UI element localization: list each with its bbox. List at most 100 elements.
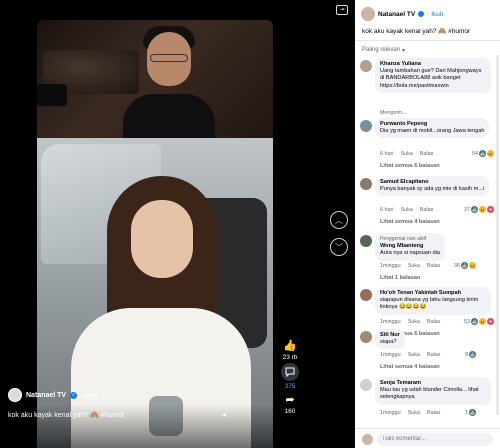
comment-text: Punya banyak sy ada yg mie di kasih m...…	[380, 186, 485, 193]
chevron-down-icon: ▾	[402, 48, 406, 54]
panel-caption: kok aku kayak kenal yah? 🙈 #humor	[362, 28, 471, 35]
sort-label[interactable]: Paling relevan	[362, 47, 400, 54]
reaction-summary[interactable]: 54 👍 😆	[472, 150, 494, 157]
avatar[interactable]	[360, 289, 372, 301]
host-person	[119, 26, 215, 144]
video-owner[interactable]: Natanael TV ✓ · Ikuti	[8, 388, 97, 402]
prev-video-button[interactable]: ︿	[330, 211, 348, 229]
reaction-summary[interactable]: 37 👍 😆 ♥	[464, 206, 494, 213]
chevron-up-icon: ︿	[335, 215, 343, 225]
comment-composer	[355, 428, 500, 448]
comment-author[interactable]: Wong Mbanteng	[380, 243, 440, 250]
thumbs-up-icon[interactable]: 👍	[283, 338, 297, 352]
owner-name[interactable]: Natanael TV	[378, 11, 415, 18]
avatar[interactable]	[360, 331, 372, 343]
comment-meta: Mengirim...	[380, 110, 407, 116]
owner-name[interactable]: Natanael TV	[26, 392, 66, 399]
comment-bubble: Siti Nur siapa?	[375, 329, 405, 350]
reply-link[interactable]: Balas	[427, 410, 441, 416]
avatar[interactable]	[360, 60, 372, 72]
comment-time: 1minggu	[380, 410, 401, 416]
reaction-summary[interactable]: 53 👍 😆 ♥	[464, 318, 494, 325]
avatar[interactable]	[8, 388, 22, 402]
like-link[interactable]: Suka	[401, 151, 413, 157]
comment-text: Dia yg maen di mobil...orang Jawa tengah	[380, 128, 485, 135]
comment-time: 1minggu	[380, 263, 401, 269]
avatar[interactable]	[360, 178, 372, 190]
reply-link[interactable]: Balas	[427, 263, 441, 269]
panel-header: Natanael TV · Ikuti	[361, 7, 443, 21]
like-reaction-icon: 👍	[461, 262, 468, 269]
video-stage: Natanael TV ✓ · Ikuti kok aku kayak kena…	[0, 0, 355, 448]
reaction-summary[interactable]: 36 👍 😆	[454, 262, 476, 269]
scrollbar[interactable]	[496, 55, 499, 415]
haha-reaction-icon: 😆	[479, 318, 486, 325]
comment-item: Samud Elcapitano Punya banyak sy ada yg …	[360, 176, 494, 232]
like-reaction-icon: 👍	[471, 318, 478, 325]
video-top-frame	[37, 20, 273, 144]
reaction-count: 53	[464, 318, 470, 325]
comment-author[interactable]: Samud Elcapitano	[380, 179, 484, 186]
avatar[interactable]	[360, 235, 372, 247]
comment-meta: 1minggu Suka Balas	[380, 352, 440, 358]
comment-author[interactable]: Ho'oh Tenan Yakinlah Sumpah	[380, 290, 486, 297]
follow-label[interactable]: Ikuti	[85, 392, 97, 399]
comment-item: Senja Temaram Mau tau yg udah blunder Ci…	[360, 377, 494, 425]
view-replies-link[interactable]: Lihat semua 6 balasan	[380, 163, 440, 169]
comment-count: 375	[284, 383, 296, 390]
comment-item: Penggemar nan aktif Wong Mbanteng Aura n…	[360, 233, 494, 283]
comment-icon[interactable]	[281, 363, 299, 381]
comment-author[interactable]: Siti Nur	[380, 332, 400, 339]
video-caption: kok aku kayak kenal yah? 🙈 #humor	[8, 412, 125, 419]
comment-author[interactable]: Senja Temaram	[380, 380, 486, 387]
haha-reaction-icon: 😆	[469, 262, 476, 269]
comment-author[interactable]: Khanza Yuliana	[380, 61, 486, 68]
comment-meta: 6 hari Suka Balas	[380, 207, 433, 213]
reaction-summary[interactable]: 9 👍	[465, 351, 476, 358]
comment-text: siapapun disana yg tahu langsung kirim l…	[380, 297, 479, 311]
comment-meta: 1minggu Suka Balas	[380, 410, 440, 416]
comment-text: Uang tambahan gue? Dari Mahjongways di B…	[380, 68, 482, 89]
microphone	[37, 84, 67, 106]
share-icon[interactable]: ➦	[283, 392, 297, 406]
avatar[interactable]	[360, 120, 372, 132]
like-count: 23 rb	[282, 354, 298, 361]
verified-icon	[418, 11, 425, 17]
reaction-count: 54	[472, 150, 478, 157]
avatar[interactable]	[361, 7, 375, 21]
comment-time: 6 hari	[380, 207, 394, 213]
reply-link[interactable]: Balas	[420, 151, 434, 157]
follow-label[interactable]: Ikuti	[431, 11, 443, 18]
reply-link[interactable]: Balas	[427, 352, 441, 358]
view-replies-link[interactable]: Lihat semua 4 balasan	[380, 219, 440, 225]
follow-link[interactable]: · Ikuti	[81, 392, 97, 399]
reply-link[interactable]: Balas	[420, 207, 434, 213]
share-count: 160	[284, 408, 296, 415]
like-link[interactable]: Suka	[408, 319, 420, 325]
haha-reaction-icon: 😆	[487, 150, 494, 157]
comment-time: 1minggu	[380, 319, 401, 325]
next-video-button[interactable]: ﹀	[330, 238, 348, 256]
avatar[interactable]	[360, 379, 372, 391]
sort-dropdown[interactable]: Paling relevan ▾	[362, 47, 405, 54]
comment-meta: 1minggu Suka Balas	[380, 319, 440, 325]
reel-video[interactable]	[37, 20, 273, 448]
follow-link[interactable]: · Ikuti	[427, 11, 443, 18]
comment-input[interactable]	[377, 433, 493, 446]
like-link[interactable]: Suka	[408, 410, 420, 416]
reply-link[interactable]: Balas	[427, 319, 441, 325]
view-replies-link[interactable]: Lihat 1 balasan	[380, 275, 420, 281]
like-link[interactable]: Suka	[408, 352, 420, 358]
collapse-panel-icon[interactable]: ⇥	[336, 5, 348, 15]
like-link[interactable]: Suka	[408, 263, 420, 269]
comment-bubble: Senja Temaram Mau tau yg udah blunder Ci…	[375, 377, 491, 405]
comment-item: Khanza Yuliana Uang tambahan gue? Dari M…	[360, 58, 494, 118]
like-link[interactable]: Suka	[401, 207, 413, 213]
volume-icon[interactable]: ◂	[222, 410, 232, 420]
reaction-summary[interactable]: 1 👍	[465, 409, 476, 416]
view-replies-link[interactable]: Lihat semua 4 balasan	[380, 364, 440, 370]
love-reaction-icon: ♥	[487, 206, 494, 213]
comment-bubble: Samud Elcapitano Punya banyak sy ada yg …	[375, 176, 490, 197]
love-reaction-icon: ♥	[487, 318, 494, 325]
comment-author[interactable]: Purwanto Pepeng	[380, 121, 484, 128]
